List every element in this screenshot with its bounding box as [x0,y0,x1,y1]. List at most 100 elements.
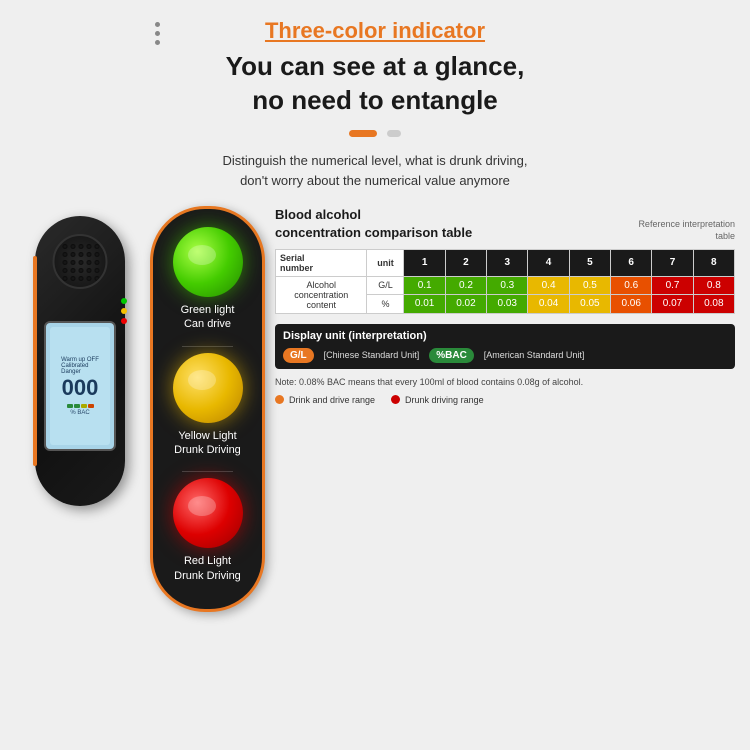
th-serial: Serialnumber [276,249,367,276]
header: Three-color indicator You can see at a g… [0,0,750,118]
subtitle: Distinguish the numerical level, what is… [0,151,750,193]
td-pct-3: 0.03 [487,295,528,314]
traffic-light-red: Red Light Drunk Driving [173,478,243,583]
td-pct-8: 0.08 [693,295,734,314]
prog-dot-inactive[interactable] [387,130,401,137]
td-unit-pct: % [367,295,404,314]
subtitle-line1: Distinguish the numerical level, what is… [223,153,528,168]
table-title-line1: Blood alcohol [275,207,361,222]
green-label-line1: Green light [181,304,235,316]
table-title-line2: concentration comparison table [275,225,472,240]
green-light-label: Green light Can drive [181,303,235,332]
green-shine [188,245,216,265]
device-container: Warm up OFFCalibratedDanger 000 % BAC [20,216,140,506]
td-gl-4: 0.4 [528,276,569,295]
subtitle-line2: don't worry about the numerical value an… [240,173,510,188]
th-2: 2 [445,249,486,276]
th-unit: unit [367,249,404,276]
note-text: Note: 0.08% BAC means that every 100ml o… [275,377,735,387]
lcd-bar [67,404,94,408]
th-8: 8 [693,249,734,276]
legend-label-drink: Drink and drive range [289,395,375,405]
unit-badge-bac: %BAC [429,348,474,363]
title-orange: Three-color indicator [0,18,750,44]
td-gl-2: 0.2 [445,276,486,295]
lcd-screen: Warm up OFFCalibratedDanger 000 % BAC [44,321,116,451]
divider-1 [182,346,233,347]
indicator-lights [121,298,127,324]
td-pct-1: 0.01 [404,295,445,314]
unit-desc-gl: [Chinese Standard Unit] [324,350,420,360]
yellow-light-label: Yellow Light Drunk Driving [174,429,241,458]
red-shine [188,496,216,516]
display-unit-row: G/L [Chinese Standard Unit] %BAC [Americ… [283,348,727,363]
red-label-line1: Red Light [184,555,231,567]
th-4: 4 [528,249,569,276]
td-gl-3: 0.3 [487,276,528,295]
yellow-label-line1: Yellow Light [178,430,236,442]
td-gl-7: 0.7 [652,276,693,295]
dot-3 [155,40,160,45]
yellow-light-circle [173,353,243,423]
td-gl-5: 0.5 [569,276,610,295]
indicator-light-green [121,298,127,304]
legend-item-drunk: Drunk driving range [391,395,484,405]
td-gl-1: 0.1 [404,276,445,295]
traffic-light-panel: Green light Can drive Yellow Light Drunk… [150,206,265,612]
table-ref: Reference interpretationtable [638,219,735,242]
divider-2 [182,471,233,472]
td-pct-4: 0.04 [528,295,569,314]
indicator-light-yellow [121,308,127,314]
nav-dots [155,22,160,45]
breathalyzer-device: Warm up OFFCalibratedDanger 000 % BAC [35,216,125,506]
speaker-grill [53,234,108,289]
th-3: 3 [487,249,528,276]
main-content: Warm up OFFCalibratedDanger 000 % BAC [0,206,750,612]
lcd-unit-label: % BAC [70,410,89,416]
unit-badge-gl: G/L [283,348,314,363]
title-line2: no need to entangle [252,85,498,115]
traffic-light-yellow: Yellow Light Drunk Driving [173,353,243,458]
yellow-shine [188,370,216,390]
legend-label-drunk: Drunk driving range [405,395,484,405]
td-pct-6: 0.06 [611,295,652,314]
red-light-label: Red Light Drunk Driving [174,554,241,583]
td-gl-6: 0.6 [611,276,652,295]
prog-dot-active[interactable] [349,130,377,137]
indicator-light-red [121,318,127,324]
td-pct-5: 0.05 [569,295,610,314]
th-1: 1 [404,249,445,276]
progress-dots [0,130,750,137]
dot-1 [155,22,160,27]
table-title: Blood alcohol concentration comparison t… [275,206,472,242]
td-alcohol-label: Alcoholconcentrationcontent [276,276,367,313]
bac-table: Serialnumber unit 1 2 3 4 5 6 7 8 Alcoho [275,249,735,314]
red-label-line2: Drunk Driving [174,570,241,582]
green-label-line2: Can drive [184,318,231,330]
td-unit-gl: G/L [367,276,404,295]
legend-item-drink: Drink and drive range [275,395,375,405]
lcd-display: Warm up OFFCalibratedDanger 000 % BAC [50,327,110,445]
traffic-panel-body: Green light Can drive Yellow Light Drunk… [150,206,265,612]
device-side-line [33,256,37,466]
th-7: 7 [652,249,693,276]
display-unit-box: Display unit (interpretation) G/L [Chine… [275,324,735,369]
legend-dot-orange [275,395,284,404]
title-black: You can see at a glance, no need to enta… [0,50,750,118]
th-5: 5 [569,249,610,276]
td-gl-8: 0.8 [693,276,734,295]
speaker-dots [55,236,106,287]
red-light-circle [173,478,243,548]
green-light-circle [173,227,243,297]
lcd-number: 000 [62,377,99,399]
td-pct-7: 0.07 [652,295,693,314]
dot-2 [155,31,160,36]
display-unit-title: Display unit (interpretation) [283,330,727,342]
right-panel: Blood alcohol concentration comparison t… [275,206,750,404]
page: Three-color indicator You can see at a g… [0,0,750,750]
unit-desc-bac: [American Standard Unit] [484,350,585,360]
traffic-light-green: Green light Can drive [173,227,243,332]
yellow-label-line2: Drunk Driving [174,444,241,456]
title-line1: You can see at a glance, [226,51,525,81]
td-pct-2: 0.02 [445,295,486,314]
